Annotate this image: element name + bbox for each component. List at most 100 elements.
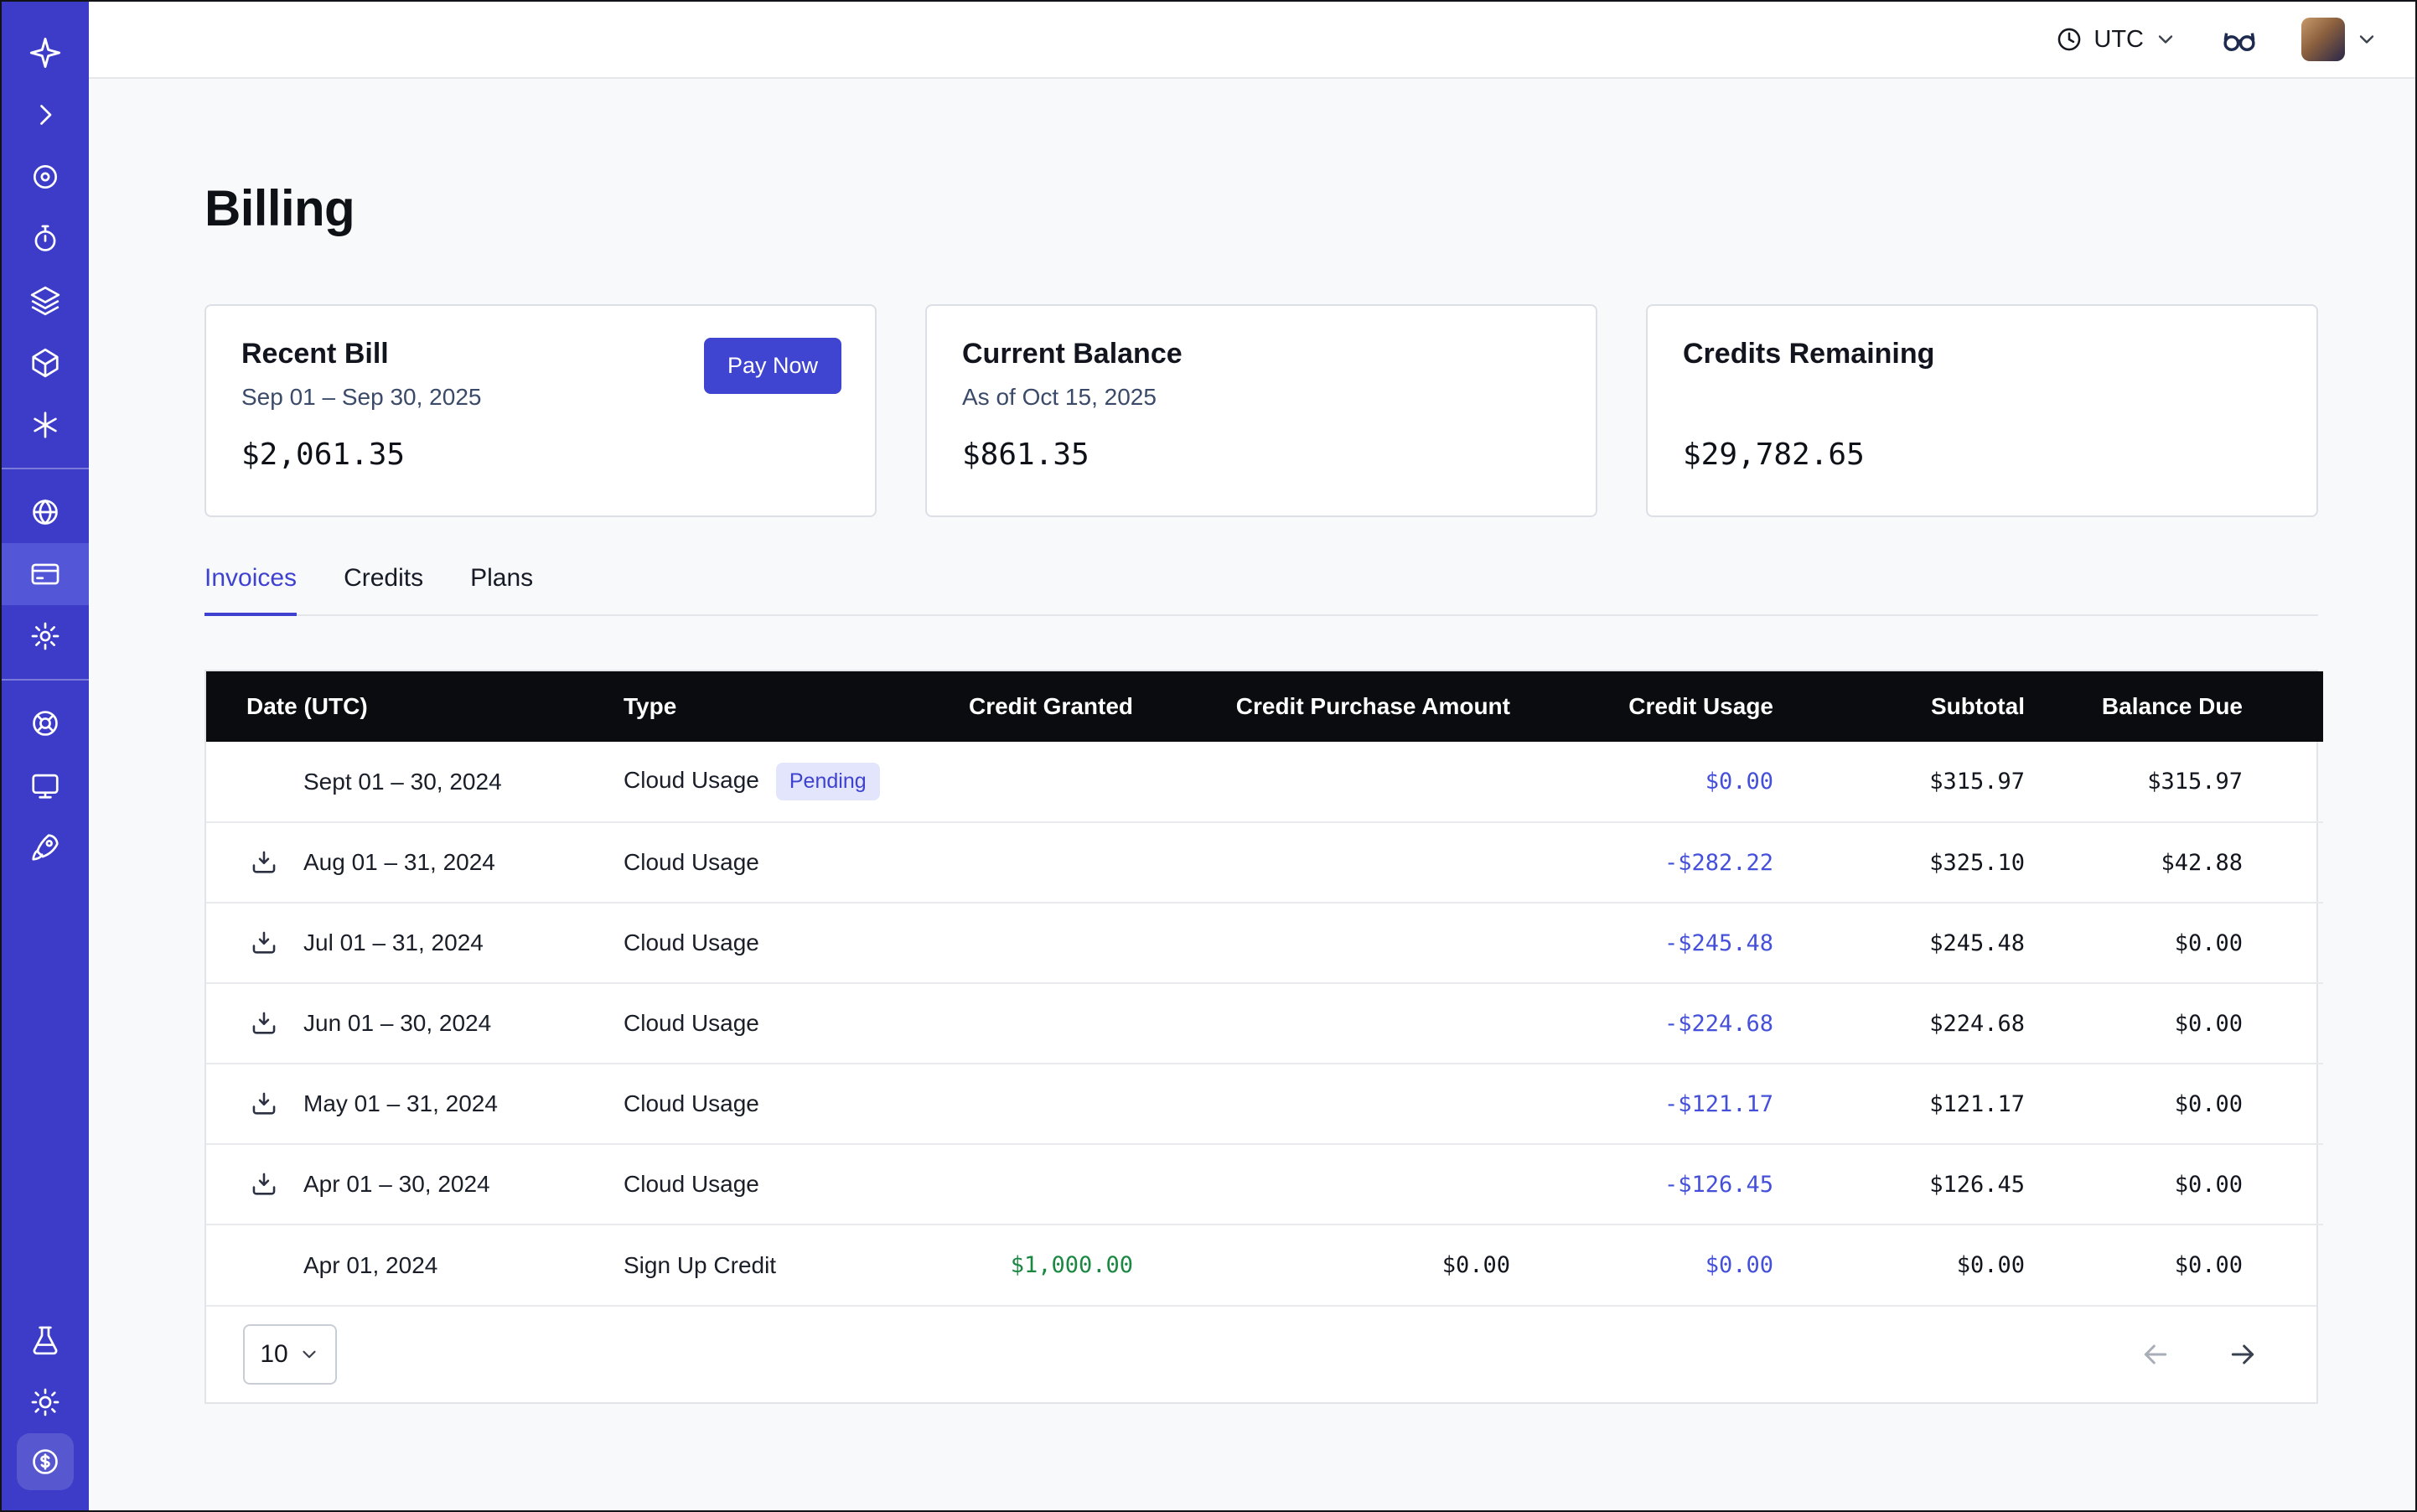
app-window: UTC Billing Recent Bill Sep 01 – Se	[0, 0, 2417, 1512]
invoice-type: Cloud Usage	[624, 1090, 759, 1116]
invoice-row: Apr 01, 2024Sign Up Credit $1,000.00 $0.00…	[206, 1225, 2323, 1305]
invoice-row: Aug 01 – 31, 2024Cloud Usage-$282.22$325…	[206, 822, 2323, 903]
credit-purchase-amount-value	[1173, 903, 1550, 983]
balance-due-value: $0.00	[2065, 903, 2323, 983]
sidebar-divider	[2, 468, 89, 469]
invoice-row: Apr 01 – 30, 2024Cloud Usage-$126.45$126…	[206, 1144, 2323, 1225]
invoice-date: May 01 – 31, 2024	[303, 1090, 498, 1116]
sidebar-item-dollar-circle-icon[interactable]	[17, 1433, 74, 1490]
subtotal-value: $224.68	[1814, 983, 2065, 1064]
invoice-row: May 01 – 31, 2024Cloud Usage-$121.17$121…	[206, 1064, 2323, 1144]
card-title: Current Balance	[962, 338, 1560, 370]
credit-purchase-amount-value	[1173, 983, 1550, 1064]
invoice-date: Jun 01 – 30, 2024	[303, 1010, 491, 1036]
logo-icon[interactable]	[2, 22, 89, 84]
sidebar-item-globe-icon[interactable]	[2, 481, 89, 543]
invoice-date: Apr 01 – 30, 2024	[303, 1171, 490, 1197]
sidebar-item-display-icon[interactable]	[2, 754, 89, 816]
download-invoice-icon[interactable]	[250, 1170, 278, 1199]
billing-tabs: Invoices Credits Plans	[204, 564, 2318, 616]
sidebar-spacer	[2, 878, 89, 1309]
credit-purchase-amount-value	[1173, 1064, 1550, 1144]
sidebar-item-cube-icon[interactable]	[2, 332, 89, 394]
credit-usage-value: -$224.68	[1550, 983, 1814, 1064]
invoice-row: Jul 01 – 31, 2024Cloud Usage-$245.48$245…	[206, 903, 2323, 983]
sidebar-item-target-icon[interactable]	[2, 146, 89, 208]
credit-purchase-amount-value	[1173, 822, 1550, 903]
invoice-type-cell: Cloud Usage	[624, 1064, 858, 1144]
download-invoice-icon[interactable]	[250, 1009, 278, 1038]
credit-purchase-amount-value	[1173, 1144, 1550, 1225]
column-header-subtotal: Subtotal	[1814, 671, 2065, 742]
invoice-type: Sign Up Credit	[624, 1252, 776, 1278]
tab-plans[interactable]: Plans	[470, 564, 533, 614]
credit-granted-value	[858, 742, 1173, 822]
timezone-selector[interactable]: UTC	[2055, 25, 2177, 54]
invoice-date-cell: Jul 01 – 31, 2024	[206, 903, 624, 983]
sidebar-item-timer-icon[interactable]	[2, 208, 89, 270]
sidebar-item-layers-icon[interactable]	[2, 270, 89, 332]
sidebar-item-sun-icon[interactable]	[2, 1371, 89, 1433]
next-page-arrow-icon[interactable]	[2226, 1338, 2259, 1371]
column-header-credit-granted: Credit Granted	[858, 671, 1173, 742]
glasses-icon[interactable]	[2221, 21, 2258, 58]
sidebar-item-billing-credit-card-icon[interactable]	[2, 543, 89, 605]
recent-bill-card: Recent Bill Sep 01 – Sep 30, 2025 $2,061…	[204, 304, 877, 517]
subtotal-value: $0.00	[1814, 1225, 2065, 1305]
invoice-date-cell: Apr 01, 2024	[206, 1225, 624, 1305]
balance-due-value: $0.00	[2065, 1064, 2323, 1144]
credit-usage-value: -$126.45	[1550, 1144, 1814, 1225]
invoice-date-cell: Sept 01 – 30, 2024	[206, 742, 624, 822]
credit-usage-value: $0.00	[1550, 742, 1814, 822]
user-menu[interactable]	[2301, 18, 2378, 61]
sidebar-divider	[2, 679, 89, 681]
sidebar	[2, 2, 89, 1510]
sidebar-item-asterisk-icon[interactable]	[2, 394, 89, 456]
column-header-balance-due: Balance Due	[2065, 671, 2323, 742]
clock-icon	[2055, 25, 2083, 54]
sidebar-item-support-lifebuoy-icon[interactable]	[2, 692, 89, 754]
credits-remaining-amount: $29,782.65	[1683, 438, 2281, 472]
download-invoice-icon[interactable]	[250, 929, 278, 957]
pagination	[2139, 1338, 2259, 1371]
invoice-type-cell: Cloud Usage	[624, 903, 858, 983]
sidebar-item-rocket-icon[interactable]	[2, 816, 89, 878]
invoice-row: Jun 01 – 30, 2024 Cloud Usage -$224.68$224…	[206, 983, 2323, 1064]
invoice-type-cell: Sign Up Credit	[624, 1225, 858, 1305]
credit-usage-value: -$282.22	[1550, 822, 1814, 903]
invoice-row: Sept 01 – 30, 2024Cloud UsagePending$0.0…	[206, 742, 2323, 822]
balance-due-value: $0.00	[2065, 1144, 2323, 1225]
tab-invoices[interactable]: Invoices	[204, 564, 297, 616]
table-footer: 10	[206, 1305, 2316, 1402]
credit-granted-value	[858, 1144, 1173, 1225]
chevron-down-icon	[2154, 28, 2177, 51]
invoice-table-body: Sept 01 – 30, 2024Cloud UsagePending$0.0…	[206, 742, 2323, 1305]
topbar: UTC	[89, 2, 2415, 79]
credit-granted-value: $1,000.00	[858, 1225, 1173, 1305]
tab-credits[interactable]: Credits	[344, 564, 423, 614]
collapse-sidebar-chevron-icon[interactable]	[2, 84, 89, 146]
content-shell: UTC Billing Recent Bill Sep 01 – Se	[89, 2, 2415, 1510]
column-header-type: Type	[624, 671, 858, 742]
chevron-down-icon	[2355, 28, 2378, 51]
invoice-date: Jul 01 – 31, 2024	[303, 929, 484, 955]
page-title: Billing	[204, 179, 2318, 237]
credits-remaining-card: Credits Remaining $29,782.65	[1646, 304, 2318, 517]
credit-granted-value	[858, 903, 1173, 983]
download-invoice-icon[interactable]	[250, 848, 278, 877]
subtotal-value: $315.97	[1814, 742, 2065, 822]
invoice-type: Cloud Usage	[624, 767, 759, 793]
previous-page-arrow-icon[interactable]	[2139, 1338, 2172, 1371]
invoice-date-cell: Apr 01 – 30, 2024	[206, 1144, 624, 1225]
billing-page: Billing Recent Bill Sep 01 – Sep 30, 202…	[89, 79, 2415, 1510]
page-size-select[interactable]: 10	[243, 1324, 337, 1385]
pay-now-button[interactable]: Pay Now	[704, 338, 841, 394]
column-header-date: Date (UTC)	[206, 671, 624, 742]
download-invoice-icon[interactable]	[250, 1090, 278, 1118]
invoice-type: Cloud Usage	[624, 1010, 759, 1036]
invoice-date-cell: Aug 01 – 31, 2024	[206, 822, 624, 903]
subtotal-value: $121.17	[1814, 1064, 2065, 1144]
invoice-type-cell: Cloud Usage	[624, 983, 858, 1064]
sidebar-item-flask-icon[interactable]	[2, 1309, 89, 1371]
sidebar-item-settings-gear-icon[interactable]	[2, 605, 89, 667]
